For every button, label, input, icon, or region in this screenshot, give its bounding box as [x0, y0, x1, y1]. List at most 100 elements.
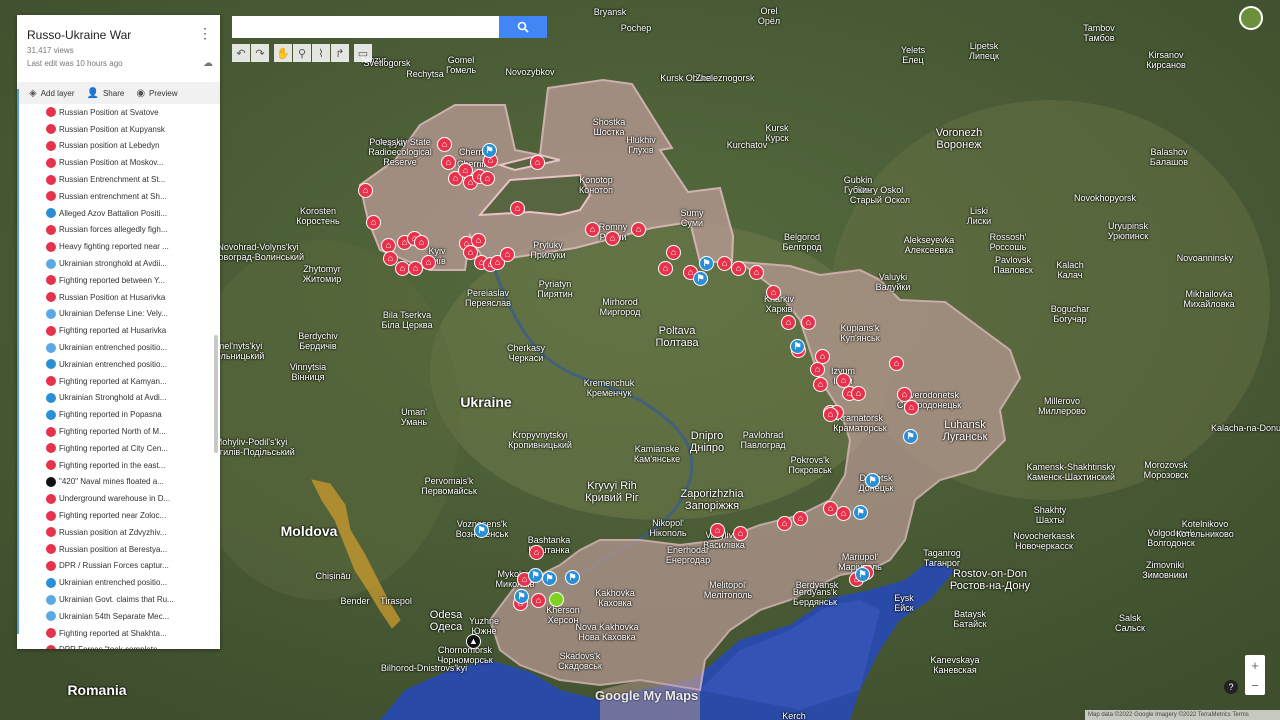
layer-list-item[interactable]: Fighting reported at Shakhta... — [17, 625, 220, 642]
layer-list-item[interactable]: Russian forces allegedly figh... — [17, 222, 220, 239]
panel-scrollbar[interactable] — [214, 335, 218, 453]
search-button[interactable] — [499, 16, 547, 38]
russian-position-marker[interactable]: ⌂ — [605, 231, 620, 246]
russian-position-marker[interactable]: ⌂ — [631, 222, 646, 237]
layer-list-item[interactable]: Ukrainian Govt. claims that Ru... — [17, 591, 220, 608]
layer-list-item[interactable]: Heavy fighting reported near ... — [17, 238, 220, 255]
layer-list-item[interactable]: Fighting reported between Y... — [17, 272, 220, 289]
more-options-icon[interactable]: ⋮ — [198, 25, 212, 42]
russian-position-marker[interactable]: ⌂ — [781, 315, 796, 330]
user-avatar[interactable] — [1239, 6, 1263, 30]
layer-list-item[interactable]: Fighting reported near Zoloc... — [17, 507, 220, 524]
russian-position-marker[interactable]: ⌂ — [733, 526, 748, 541]
layer-list-item[interactable]: Fighting reported at City Cen... — [17, 440, 220, 457]
russian-position-marker[interactable]: ⌂ — [717, 256, 732, 271]
russian-position-marker[interactable]: ⌂ — [480, 171, 495, 186]
russian-position-marker[interactable]: ⌂ — [731, 261, 746, 276]
layer-list-item[interactable]: Ukrainian 54th Separate Mec... — [17, 608, 220, 625]
russian-position-marker[interactable]: ⌂ — [585, 222, 600, 237]
selected-location-pin[interactable] — [549, 592, 564, 607]
layer-list-item[interactable]: Russian Position at Svatove — [17, 104, 220, 121]
russian-position-marker[interactable]: ⌂ — [358, 183, 373, 198]
russian-position-marker[interactable]: ⌂ — [851, 386, 866, 401]
ukrainian-position-marker[interactable]: ⚑ — [853, 505, 868, 520]
layer-list-item[interactable]: "420" Naval mines floated a... — [17, 474, 220, 491]
russian-position-marker[interactable]: ⌂ — [658, 261, 673, 276]
russian-position-marker[interactable]: ⌂ — [777, 516, 792, 531]
redo-icon[interactable]: ↷ — [251, 44, 269, 62]
layer-list-item[interactable]: Russian Position at Moskov... — [17, 154, 220, 171]
share-button[interactable]: 👤 Share — [87, 88, 125, 99]
layer-list-item[interactable]: DPR Forces "took complete ... — [17, 642, 220, 649]
ukrainian-position-marker[interactable]: ⚑ — [514, 589, 529, 604]
layer-list-item[interactable]: Underground warehouse in D... — [17, 490, 220, 507]
ukrainian-position-marker[interactable]: ⚑ — [855, 567, 870, 582]
layer-list-item[interactable]: Ukrainian Defense Line: Vely... — [17, 306, 220, 323]
zoom-out-button[interactable]: − — [1251, 678, 1259, 693]
russian-position-marker[interactable]: ⌂ — [529, 545, 544, 560]
russian-position-marker[interactable]: ⌂ — [836, 506, 851, 521]
ukrainian-position-marker[interactable]: ⚑ — [482, 143, 497, 158]
help-icon[interactable]: ? — [1224, 680, 1238, 694]
layer-list-item[interactable]: Russian entrenchment at Sh... — [17, 188, 220, 205]
layer-list-item[interactable]: Fighting reported at Kamyan... — [17, 373, 220, 390]
map-title[interactable]: Russo-Ukraine War — [27, 28, 131, 42]
russian-position-marker[interactable]: ⌂ — [500, 247, 515, 262]
layer-list-item[interactable]: Russian position at Zdvyzhiv... — [17, 524, 220, 541]
layer-list-item[interactable]: Russian position at Lebedyn — [17, 138, 220, 155]
ukrainian-position-marker[interactable]: ⚑ — [542, 571, 557, 586]
layer-list-item[interactable]: Russian position at Berestya... — [17, 541, 220, 558]
layer-list-item[interactable]: Fighting reported in Popasna — [17, 406, 220, 423]
layer-list-item[interactable]: Ukrainian stronghold at Avdii... — [17, 255, 220, 272]
russian-position-marker[interactable]: ⌂ — [801, 315, 816, 330]
russian-position-marker[interactable]: ⌂ — [813, 377, 828, 392]
russian-position-marker[interactable]: ⌂ — [823, 407, 838, 422]
layer-list-item[interactable]: Ukrainian entrenched positio... — [17, 339, 220, 356]
ukrainian-position-marker[interactable]: ⚑ — [528, 568, 543, 583]
search-input[interactable] — [232, 16, 499, 38]
layer-list-item[interactable]: Russian Position at Husarivka — [17, 289, 220, 306]
ukrainian-position-marker[interactable]: ⚑ — [699, 256, 714, 271]
russian-position-marker[interactable]: ⌂ — [414, 235, 429, 250]
ukrainian-position-marker[interactable]: ⚑ — [565, 570, 580, 585]
russian-position-marker[interactable]: ⌂ — [421, 255, 436, 270]
layer-list-item[interactable]: Russian Position at Kupyansk — [17, 121, 220, 138]
russian-position-marker[interactable]: ⌂ — [793, 511, 808, 526]
layer-list-item[interactable]: Alleged Azov Battalion Positi... — [17, 205, 220, 222]
layer-list-item[interactable]: Ukrainian entrenched positio... — [17, 356, 220, 373]
russian-position-marker[interactable]: ⌂ — [666, 245, 681, 260]
russian-position-marker[interactable]: ⌂ — [530, 155, 545, 170]
russian-position-marker[interactable]: ⌂ — [366, 215, 381, 230]
layer-list-item[interactable]: Fighting reported North of M... — [17, 423, 220, 440]
russian-position-marker[interactable]: ⌂ — [810, 362, 825, 377]
undo-icon[interactable]: ↶ — [232, 44, 250, 62]
russian-position-marker[interactable]: ⌂ — [441, 155, 456, 170]
ukrainian-position-marker[interactable]: ⚑ — [693, 271, 708, 286]
layer-list-item[interactable]: Fighting reported in the east... — [17, 457, 220, 474]
pan-hand-icon[interactable]: ✋ — [274, 44, 292, 62]
russian-position-marker[interactable]: ⌂ — [904, 400, 919, 415]
russian-position-marker[interactable]: ⌂ — [889, 356, 904, 371]
layer-list-item[interactable]: Ukrainian entrenched positio... — [17, 574, 220, 591]
russian-position-marker[interactable]: ⌂ — [766, 285, 781, 300]
draw-line-icon[interactable]: ⌇ — [312, 44, 330, 62]
zoom-in-button[interactable]: + — [1251, 658, 1259, 673]
map-attribution[interactable]: Map data ©2022 Google Imagery ©2022 Terr… — [1085, 710, 1280, 720]
layer-list-item[interactable]: Russian Entrenchment at St... — [17, 171, 220, 188]
russian-position-marker[interactable]: ⌂ — [710, 523, 725, 538]
preview-button[interactable]: ◉ Preview — [136, 88, 177, 99]
ukrainian-position-marker[interactable]: ⚑ — [790, 339, 805, 354]
add-marker-icon[interactable]: ⚲ — [293, 44, 311, 62]
layer-list-item[interactable]: Ukrainian Stronghold at Avdi... — [17, 390, 220, 407]
russian-position-marker[interactable]: ⌂ — [510, 201, 525, 216]
ukrainian-position-marker[interactable]: ⚑ — [474, 523, 489, 538]
russian-position-marker[interactable]: ⌂ — [749, 265, 764, 280]
ukrainian-position-marker[interactable]: ⚑ — [903, 429, 918, 444]
russian-position-marker[interactable]: ⌂ — [531, 593, 546, 608]
ukrainian-position-marker[interactable]: ⚑ — [865, 473, 880, 488]
layer-list-item[interactable]: DPR / Russian Forces captur... — [17, 558, 220, 575]
directions-icon[interactable]: ↱ — [331, 44, 349, 62]
naval-mine-marker[interactable]: ▲ — [466, 634, 481, 649]
layer-list-item[interactable]: Fighting reported at Husarivka — [17, 322, 220, 339]
russian-position-marker[interactable]: ⌂ — [471, 233, 486, 248]
